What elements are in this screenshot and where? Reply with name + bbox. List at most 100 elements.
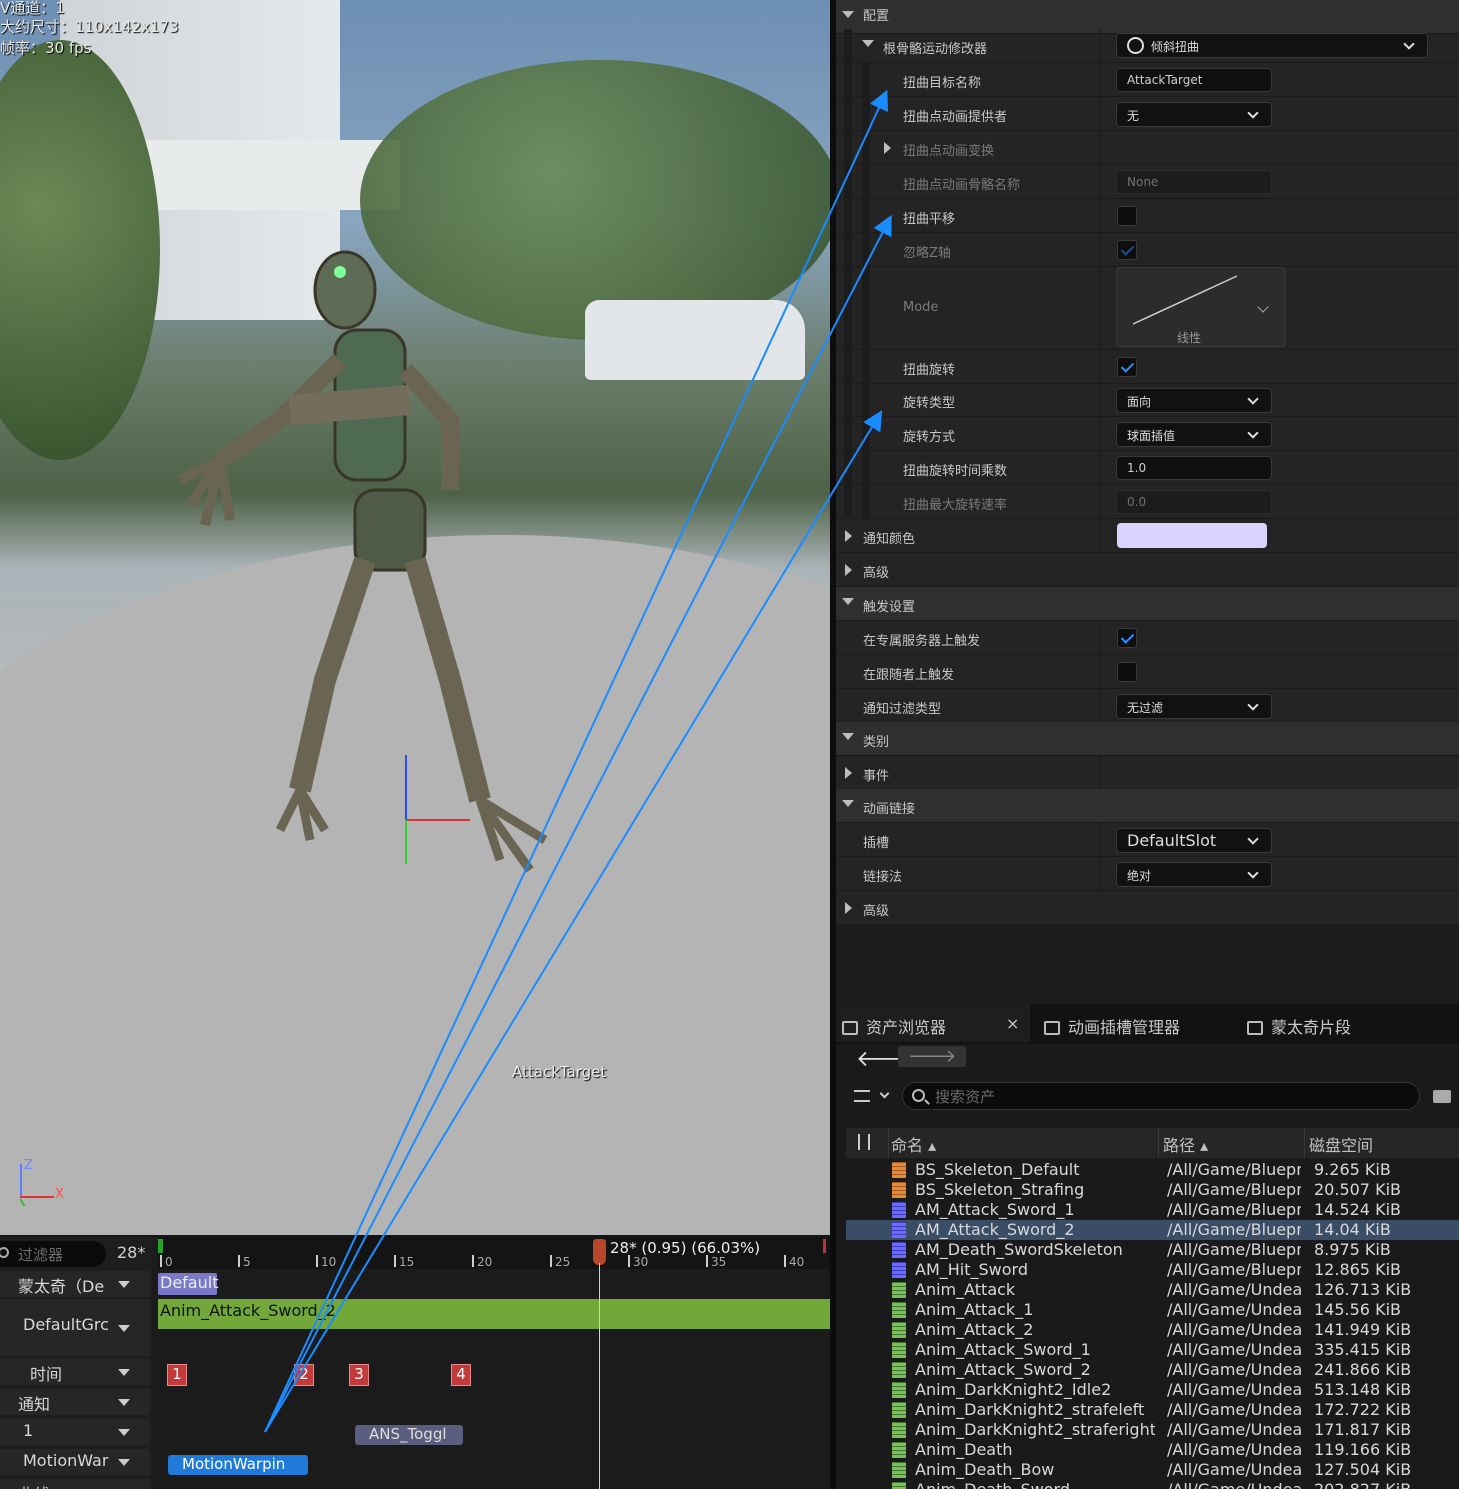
asset-row[interactable]: AM_Death_SwordSkeleton/All/Game/Bluepr 8.…	[846, 1240, 1459, 1260]
column-header-name[interactable]: 命名 ▴	[888, 1128, 1156, 1158]
chevron-down-icon	[1247, 107, 1259, 119]
dropdown-icon[interactable]	[118, 1369, 130, 1376]
rotation-type-dropdown[interactable]: 面向	[1116, 388, 1272, 413]
forward-arrow-icon[interactable]: 🡒	[898, 1046, 967, 1067]
track-curve[interactable]: 曲线	[0, 1479, 150, 1489]
column-header-size[interactable]: 磁盘空间	[1304, 1128, 1459, 1158]
asset-row[interactable]: Anim_Attack_Sword_2/All/Game/Undea 241.86…	[846, 1360, 1459, 1380]
tab-montage-sections[interactable]: 蒙太奇片段	[1247, 1004, 1351, 1042]
asset-row[interactable]: Anim_Attack_Sword_1/All/Game/Undea 335.41…	[846, 1340, 1459, 1360]
asset-row[interactable]: AM_Hit_Sword/All/Game/Bluepr 12.865 KiB	[846, 1260, 1459, 1280]
dropdown-value: 绝对	[1127, 869, 1152, 883]
prop-label: 扭曲旋转时间乘数	[903, 464, 1008, 479]
asset-row[interactable]: Anim_Attack/All/Game/Undea 126.713 KiB	[846, 1280, 1459, 1300]
asset-row[interactable]: Anim_DarkKnight2_Idle2/All/Game/Undea 513…	[846, 1380, 1459, 1400]
asset-type-icon	[892, 1162, 906, 1178]
notify-filter-dropdown[interactable]: 无过滤	[1116, 694, 1272, 719]
notify-motion-warping[interactable]: MotionWarpin	[168, 1455, 308, 1475]
warp-translation-checkbox[interactable]	[1117, 206, 1137, 226]
warp-point-provider-dropdown[interactable]: 无	[1116, 102, 1272, 127]
prop-event[interactable]: 事件	[836, 756, 1459, 790]
track-montage[interactable]: 蒙太奇（De	[0, 1271, 150, 1297]
trigger-follower-checkbox[interactable]	[1117, 662, 1137, 682]
dropdown-icon[interactable]	[118, 1429, 130, 1436]
expand-arrow-icon[interactable]	[845, 530, 852, 542]
expand-arrow-icon[interactable]	[845, 902, 852, 914]
asset-row[interactable]: BS_Skeleton_Default/All/Game/Bluepr 9.265…	[846, 1160, 1459, 1180]
asset-row[interactable]: Anim_DarkKnight2_straferight/All/Game/Un…	[846, 1420, 1459, 1440]
category-anim-link[interactable]: 动画链接	[836, 789, 1459, 823]
slot-dropdown[interactable]: DefaultSlot	[1116, 828, 1272, 853]
collapse-arrow-icon[interactable]	[842, 598, 854, 605]
asset-row[interactable]: Anim_Death_Sword/All/Game/Undea 202.827 K…	[846, 1480, 1459, 1489]
link-method-dropdown[interactable]: 绝对	[1116, 862, 1272, 887]
root-motion-modifier-dropdown[interactable]: 倾斜扭曲	[1116, 33, 1428, 58]
source-control-icon[interactable]	[858, 1134, 870, 1150]
asset-row[interactable]: Anim_DarkKnight2_strafeleft/All/Game/Und…	[846, 1400, 1459, 1420]
track-label: 蒙太奇（De	[18, 1277, 105, 1296]
warp-rotation-checkbox[interactable]	[1117, 357, 1137, 377]
tab-asset-browser[interactable]: 资产浏览器 ×	[836, 1004, 1030, 1042]
asset-path: /All/Game/Undea	[1167, 1340, 1301, 1359]
asset-row[interactable]: Anim_Death_Bow/All/Game/Undea 127.504 KiB	[846, 1460, 1459, 1480]
track-notify[interactable]: 通知	[0, 1389, 150, 1415]
expand-arrow-icon[interactable]	[884, 142, 891, 154]
track-notify-1[interactable]: 1	[0, 1419, 150, 1445]
anim-segment[interactable]: Anim_Attack_Sword_2	[158, 1299, 830, 1329]
prop-advanced-2[interactable]: 高级	[836, 891, 1459, 925]
collapse-arrow-icon[interactable]	[862, 40, 874, 47]
filter-input[interactable]: 过滤器	[0, 1241, 106, 1267]
dropdown-icon[interactable]	[118, 1399, 130, 1406]
section-default[interactable]: Default	[158, 1273, 218, 1295]
filter-icon[interactable]	[854, 1090, 870, 1102]
collapse-arrow-icon[interactable]	[842, 11, 854, 18]
dropdown-icon[interactable]	[118, 1459, 130, 1466]
dropdown-icon[interactable]	[118, 1281, 130, 1288]
time-marker-4[interactable]: 4	[451, 1364, 471, 1386]
asset-row[interactable]: AM_Attack_Sword_2/All/Game/Bluepr 14.04 K…	[846, 1220, 1459, 1240]
asset-row[interactable]: BS_Skeleton_Strafing/All/Game/Bluepr 20.5…	[846, 1180, 1459, 1200]
rotation-method-dropdown[interactable]: 球面插值	[1116, 422, 1272, 447]
folder-icon[interactable]	[1433, 1090, 1451, 1103]
asset-path: /All/Game/Undea	[1167, 1480, 1301, 1489]
warp-target-name-field[interactable]: AttackTarget	[1116, 68, 1272, 92]
prop-advanced-1[interactable]: 高级	[836, 553, 1459, 587]
search-assets-input[interactable]: 搜索资产	[902, 1082, 1420, 1110]
close-icon[interactable]: ×	[1006, 1014, 1019, 1033]
track-motion-warping[interactable]: MotionWar	[0, 1449, 150, 1475]
collapse-arrow-icon[interactable]	[842, 800, 854, 807]
timeline-ruler[interactable]: 28* (0.95) (66.03%) 0 5 10 15 20 25 30 35 40	[158, 1237, 830, 1269]
current-frame-field[interactable]: 28*	[117, 1243, 145, 1262]
rotation-time-multiplier-field[interactable]: 1.0	[1116, 456, 1272, 480]
asset-row[interactable]: Anim_Death/All/Game/Undea 119.166 KiB	[846, 1440, 1459, 1460]
collapse-arrow-icon[interactable]	[842, 733, 854, 740]
time-marker-1[interactable]: 1	[167, 1364, 187, 1386]
timeline-panel: 过滤器 28* 蒙太奇（De DefaultGrc 时间 通知 1 Motion…	[0, 1237, 830, 1489]
asset-row[interactable]: Anim_Attack_2/All/Game/Undea 141.949 KiB	[846, 1320, 1459, 1340]
category-category[interactable]: 类别	[836, 722, 1459, 756]
chevron-down-icon[interactable]	[879, 1088, 890, 1099]
asset-type-icon	[892, 1362, 906, 1378]
notify-ans-toggle[interactable]: ANS_Toggl	[355, 1425, 463, 1445]
asset-row[interactable]: AM_Attack_Sword_1/All/Game/Bluepr 14.524 …	[846, 1200, 1459, 1220]
track-slot[interactable]: DefaultGrc	[0, 1299, 150, 1356]
playhead-handle[interactable]	[593, 1239, 606, 1265]
preview-viewport[interactable]: V通道：1 大约尺寸：110x142x173 帧率：30 fps AttackT…	[0, 0, 830, 1235]
time-marker-3[interactable]: 3	[349, 1364, 369, 1386]
mode-curve-picker[interactable]: 线性	[1116, 267, 1286, 347]
dropdown-icon[interactable]	[118, 1324, 130, 1332]
asset-type-icon	[892, 1342, 906, 1358]
skeleton-character[interactable]	[150, 230, 570, 910]
column-header-path[interactable]: 路径 ▴	[1158, 1128, 1304, 1158]
time-marker-2[interactable]: 2	[294, 1364, 314, 1386]
dropdown-value: 球面插值	[1127, 429, 1176, 443]
tab-anim-slot-manager[interactable]: 动画插槽管理器	[1044, 1004, 1180, 1042]
expand-arrow-icon[interactable]	[845, 767, 852, 779]
prop-warp-rotation: 扭曲旋转	[836, 350, 1459, 384]
asset-row[interactable]: Anim_Attack_1/All/Game/Undea 145.56 KiB	[846, 1300, 1459, 1320]
trigger-dedicated-server-checkbox[interactable]	[1117, 628, 1137, 648]
track-time[interactable]: 时间	[0, 1359, 150, 1385]
category-trigger[interactable]: 触发设置	[836, 587, 1459, 621]
expand-arrow-icon[interactable]	[845, 564, 852, 576]
notify-color-swatch[interactable]	[1117, 523, 1267, 548]
